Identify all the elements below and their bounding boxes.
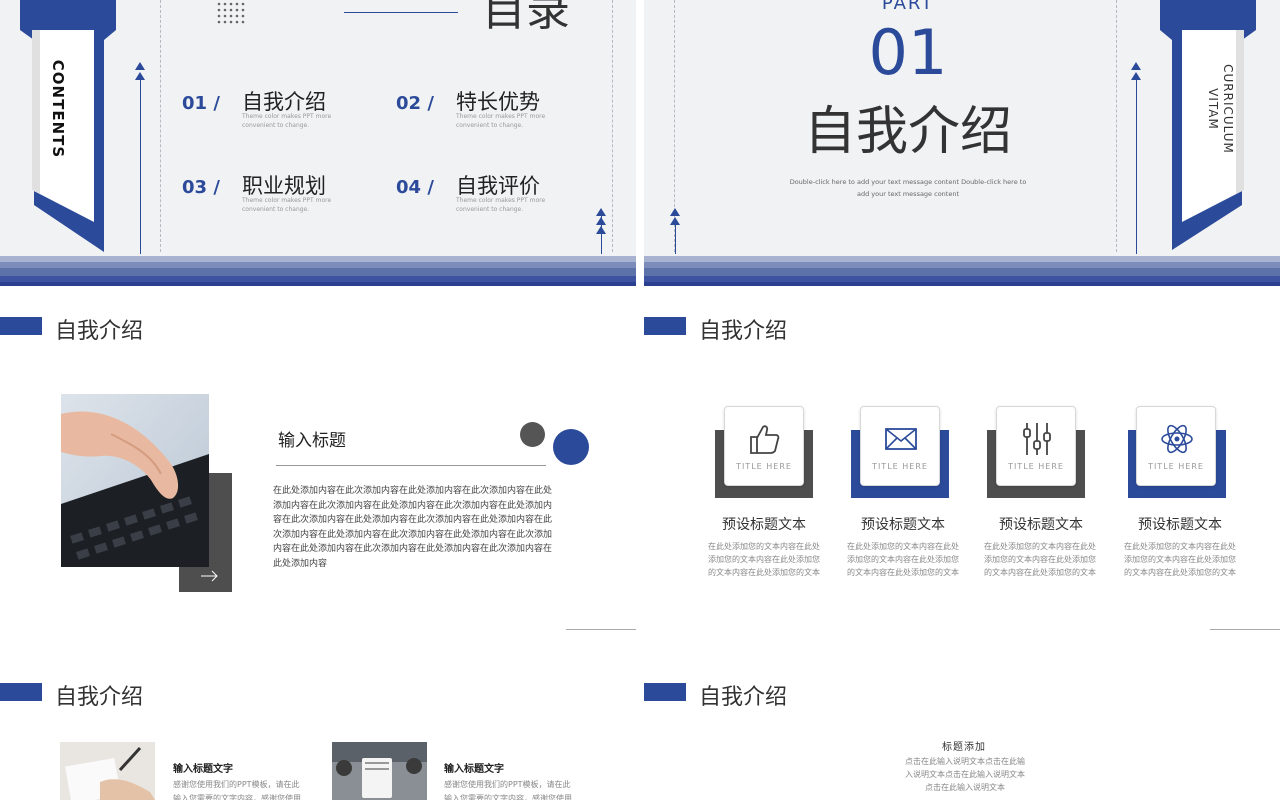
card-label: TITLE HERE	[736, 462, 792, 471]
envelope-icon	[885, 428, 917, 450]
block-title: 输入标题文字	[444, 764, 504, 775]
heading-rule	[344, 12, 458, 13]
arrow-up-icon	[135, 72, 145, 80]
atom-icon	[1161, 424, 1193, 454]
part-title: 自我介绍	[803, 102, 1012, 162]
content-body: 在此处添加内容在此次添加内容在此处添加内容在此次添加内容在此处添加内容在此次添加…	[273, 486, 553, 569]
curriculum-side-label-wrap: CURRICULUM VITAM	[1192, 50, 1235, 170]
thumbs-up-icon	[750, 425, 780, 454]
arrow-up-icon	[670, 217, 680, 225]
card-panel: TITLE HERE	[724, 406, 804, 486]
bottom-rule	[566, 629, 636, 630]
block-title: 输入标题文字	[173, 764, 233, 775]
part-label: PART	[881, 0, 935, 14]
slide-part-01[interactable]: PART 01 自我介绍 Double-click here to add yo…	[644, 0, 1280, 286]
card-title: 预设标题文本	[999, 517, 1083, 533]
item-number: 02 /	[396, 93, 434, 114]
dot-grid-decoration	[217, 2, 245, 24]
card-title: 预设标题文本	[722, 517, 806, 533]
dashed-divider-left	[160, 0, 161, 252]
item-subtitle: Theme color makes PPT more convenient to…	[456, 197, 546, 213]
card-label: TITLE HERE	[1148, 462, 1204, 471]
arrow-up-icon	[596, 208, 606, 216]
item-subtitle: Theme color makes PPT more convenient to…	[242, 197, 332, 213]
slide-intro-cards[interactable]: 自我介绍 TITLE HERE 预设标题文本 在此处添加您的文本内容在此处添加您…	[644, 290, 1280, 650]
item-subtitle: Theme color makes PPT more convenient to…	[242, 113, 332, 129]
card-label: TITLE HERE	[872, 462, 928, 471]
part-number: 01	[868, 16, 948, 89]
bottom-stripe-band	[644, 256, 1280, 286]
content-heading: 输入标题	[278, 431, 346, 451]
center-title: 标题添加	[942, 742, 986, 753]
item-number: 01 /	[182, 93, 220, 114]
card-panel: TITLE HERE	[996, 406, 1076, 486]
arrow-up-icon	[596, 226, 606, 234]
arrow-up-icon	[135, 62, 145, 70]
curriculum-side-label: CURRICULUM VITAM	[1206, 64, 1235, 154]
contents-side-label-wrap: CONTENTS	[34, 60, 84, 160]
section-title: 自我介绍	[55, 319, 144, 344]
office-photo	[332, 742, 427, 800]
arrow-line-left	[675, 222, 676, 254]
card-body: 在此处添加您的文本内容在此处添加您的文本内容在此处添加您的文本内容在此处添加您的…	[708, 542, 820, 577]
bottom-rule	[1210, 629, 1280, 630]
heading-underline	[276, 465, 546, 466]
card-panel: TITLE HERE	[1136, 406, 1216, 486]
card-title: 预设标题文本	[1138, 517, 1222, 533]
slide-intro-two-blocks[interactable]: 自我介绍 输入标题文字 感谢您使用我们的PPT模板，请在此输入您需要的文字内容，…	[0, 654, 640, 800]
section-title: 自我介绍	[699, 685, 788, 710]
card-panel: TITLE HERE	[860, 406, 940, 486]
card-label: TITLE HERE	[1008, 462, 1064, 471]
card-body: 在此处添加您的文本内容在此处添加您的文本内容在此处添加您的文本内容在此处添加您的…	[984, 542, 1096, 577]
blue-circle-decoration	[553, 429, 589, 465]
card-body: 在此处添加您的文本内容在此处添加您的文本内容在此处添加您的文本内容在此处添加您的…	[1124, 542, 1236, 577]
keyboard-photo	[61, 394, 209, 567]
section-title-bar	[0, 317, 42, 335]
section-title: 自我介绍	[699, 319, 788, 344]
block-body: 感谢您使用我们的PPT模板，请在此输入您需要的文字内容，感谢您使用	[173, 780, 301, 800]
section-title-bar	[644, 317, 686, 335]
block-body: 感谢您使用我们的PPT模板，请在此输入您需要的文字内容，感谢您使用	[444, 780, 572, 800]
card-body: 在此处添加您的文本内容在此处添加您的文本内容在此处添加您的文本内容在此处添加您的…	[847, 542, 959, 577]
slide-contents[interactable]: CONTENTS 目录 01 / 自我介绍 Theme color makes …	[0, 0, 636, 286]
center-body: 点击在此输入说明文本点击在此输入说明文本点击在此输入说明文本点击在此输入说明文本	[905, 757, 1025, 792]
arrow-right-icon[interactable]	[200, 570, 220, 582]
item-subtitle: Theme color makes PPT more convenient to…	[456, 113, 546, 129]
sliders-icon	[1023, 423, 1051, 455]
gray-circle-decoration	[520, 422, 545, 447]
arrow-up-icon	[670, 208, 680, 216]
dashed-divider-right	[612, 0, 613, 252]
section-title: 自我介绍	[55, 685, 144, 710]
item-number: 04 /	[396, 177, 434, 198]
contents-heading: 目录	[482, 0, 570, 36]
writing-photo	[60, 742, 155, 800]
section-title-bar	[0, 683, 42, 701]
arrow-line-left	[140, 74, 141, 254]
slide-intro-center[interactable]: 自我介绍 标题添加 点击在此输入说明文本点击在此输入说明文本点击在此输入说明文本…	[644, 654, 1280, 800]
bottom-stripe-band	[0, 256, 636, 286]
arrow-up-icon	[596, 217, 606, 225]
item-number: 03 /	[182, 177, 220, 198]
part-description: Double-click here to add your text messa…	[789, 178, 1027, 198]
card-title: 预设标题文本	[861, 517, 945, 533]
contents-side-label: CONTENTS	[49, 59, 67, 159]
section-title-bar	[644, 683, 686, 701]
slide-intro-photo[interactable]: 自我介绍 输入标题 在此处添加内容在此次添加内容在此处添加内容在此次添加内容在此…	[0, 290, 640, 650]
